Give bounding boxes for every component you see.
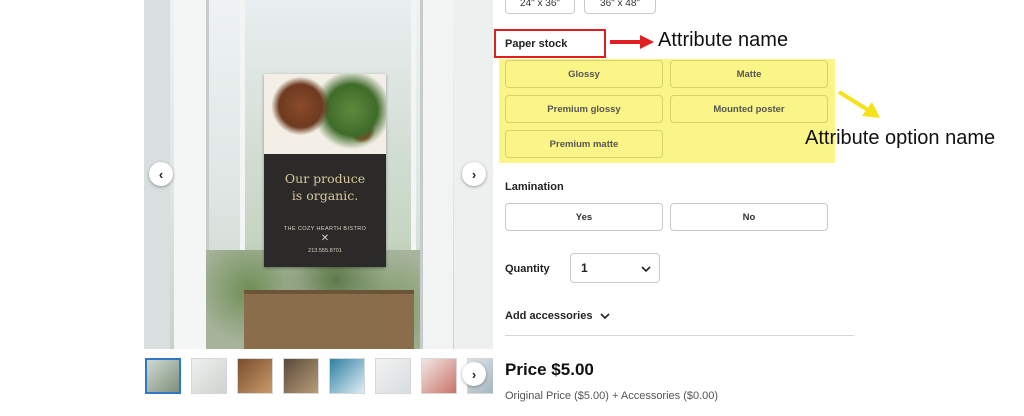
paper-option-glossy[interactable]: Glossy [505, 60, 663, 88]
gallery-prev-button[interactable]: ‹ [149, 162, 173, 186]
quantity-select[interactable]: 1 [570, 253, 660, 283]
option-label: Premium glossy [547, 103, 621, 115]
option-label: No [742, 211, 756, 223]
thumbnail-6[interactable] [375, 358, 411, 394]
price: Price $5.00 [505, 360, 594, 379]
thumbnail-4[interactable] [283, 358, 319, 394]
chevron-down-icon [600, 313, 611, 320]
option-label: Premium matte [549, 138, 619, 150]
lamination-option-yes[interactable]: Yes [505, 203, 663, 231]
thumbnail-1[interactable] [145, 358, 181, 394]
annotation-attribute-option-name: Attribute option name [805, 127, 996, 149]
chevron-right-icon: › [471, 166, 477, 182]
paper-option-premium-glossy[interactable]: Premium glossy [505, 95, 663, 123]
chevron-down-icon [641, 266, 651, 273]
chevron-left-icon: ‹ [158, 166, 164, 182]
lamination-label: Lamination [505, 181, 564, 193]
quantity-value: 1 [581, 261, 588, 275]
thumbnail-5[interactable] [329, 358, 365, 394]
paper-option-premium-matte[interactable]: Premium matte [505, 130, 663, 158]
add-accessories-label: Add accessories [505, 310, 593, 322]
image-bench [244, 290, 414, 349]
thumbnails-next-button[interactable]: › [462, 362, 486, 386]
size-option-36x48[interactable]: 36" x 48" [584, 0, 656, 14]
add-accessories-toggle[interactable]: Add accessories [505, 310, 611, 322]
image-window-frame-left [174, 0, 209, 349]
image-window-frame-right [420, 0, 453, 349]
poster-phone: 213.555.8701 [308, 248, 342, 254]
size-option-label: 36" x 48" [600, 0, 640, 9]
quantity-label: Quantity [505, 263, 550, 275]
poster-business-name: THE COZY HEARTH BISTRO [283, 226, 367, 232]
thumbnail-3[interactable] [237, 358, 273, 394]
size-option-24x36[interactable]: 24" x 36" [505, 0, 575, 14]
annotation-attribute-name: Attribute name [658, 29, 789, 51]
price-breakdown: Original Price ($5.00) + Accessories ($0… [505, 390, 719, 402]
size-option-label: 24" x 36" [520, 0, 560, 9]
thumbnail-2[interactable] [191, 358, 227, 394]
gallery-next-button[interactable]: › [462, 162, 486, 186]
option-label: Matte [736, 68, 762, 80]
chevron-right-icon: › [471, 366, 477, 382]
poster-mockup: Our produce is organic. THE COZY HEARTH … [264, 74, 386, 267]
poster-headline-line-2: is organic. [291, 188, 359, 203]
poster-food-photo [264, 74, 386, 154]
lamination-option-no[interactable]: No [670, 203, 828, 231]
paper-option-matte[interactable]: Matte [670, 60, 828, 88]
poster-headline-line-1: Our produce [284, 171, 366, 186]
attribute-name-highlight-box [494, 29, 606, 58]
option-label: Mounted poster [713, 103, 785, 115]
red-arrow-icon [610, 35, 654, 49]
poster-headline: Our produce is organic. [270, 170, 380, 204]
yellow-arrow-icon [837, 90, 880, 118]
option-label: Glossy [568, 68, 600, 80]
product-image: Our produce is organic. THE COZY HEARTH … [144, 0, 493, 349]
option-label: Yes [575, 211, 593, 223]
thumbnail-7[interactable] [421, 358, 457, 394]
cross-utensils-icon: ✕ [320, 233, 330, 244]
paper-option-mounted-poster[interactable]: Mounted poster [670, 95, 828, 123]
divider [505, 335, 854, 336]
